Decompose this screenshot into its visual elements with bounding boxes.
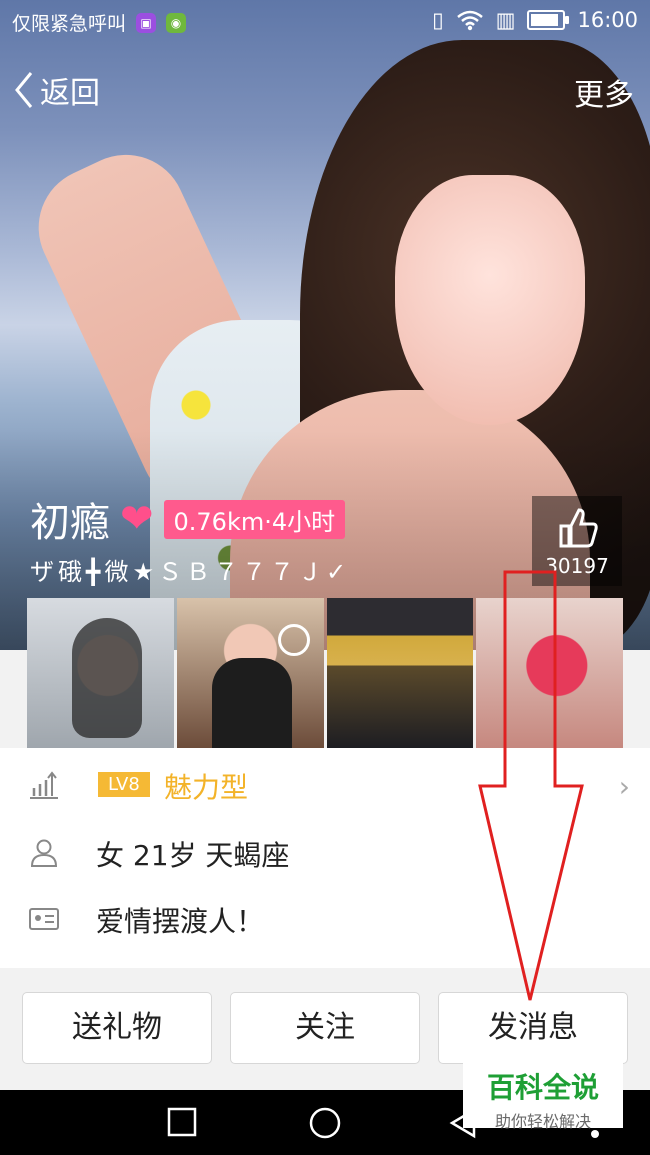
ring-icon (277, 624, 310, 656)
recent-apps-icon[interactable] (166, 1106, 198, 1138)
gift-button[interactable]: 送礼物 (22, 992, 212, 1064)
watermark-logo: 百科全说 助你轻松解决 (463, 1062, 623, 1131)
charm-type: 魅力型 (164, 771, 249, 804)
gallery-icon: ▣ (136, 12, 157, 33)
profile-name: 初瘾 (30, 500, 110, 546)
watermark-subtitle: 助你轻松解决 (494, 1112, 591, 1131)
profile-name-row: 初瘾 ❤ 0.76km·4小时 (30, 490, 346, 548)
thumbs-up-icon (559, 508, 598, 548)
profile-info-panel: LV8 魅力型 › 女 21岁 天蝎座 爱情摆渡人！ (0, 748, 650, 968)
like-count: 30197 (545, 554, 609, 578)
level-badge: LV8 (98, 772, 150, 797)
chevron-right-icon[interactable]: › (619, 770, 630, 803)
photo-4[interactable] (476, 598, 623, 748)
bio-row: 爱情摆渡人！ (0, 888, 650, 948)
status-bar: 仅限紧急呼叫 ▣ ◉ ▯ ▥ 16:00 (0, 0, 650, 44)
distance-badge: 0.76km·4小时 (163, 499, 346, 539)
watermark-title: 百科全说 (486, 1071, 599, 1104)
battery-icon (527, 10, 570, 30)
vibrate-icon: ▯ (432, 8, 444, 32)
level-row[interactable]: LV8 魅力型 › (0, 754, 650, 814)
photo-1[interactable] (27, 598, 174, 748)
chevron-left-icon (15, 72, 33, 108)
cover-face (395, 175, 585, 425)
status-right: ▯ ▥ 16:00 (432, 8, 638, 32)
heart-icon: ❤ (120, 496, 154, 542)
wifi-icon (456, 10, 483, 31)
clock: 16:00 (577, 8, 638, 32)
carrier-text: 仅限紧急呼叫 (12, 13, 127, 35)
follow-button[interactable]: 关注 (230, 992, 420, 1064)
back-label: 返回 (40, 76, 100, 111)
home-icon[interactable] (308, 1106, 342, 1140)
basic-info: 女 21岁 天蝎座 (96, 839, 290, 872)
app-icon: ◉ (166, 12, 187, 33)
data-icon: ▥ (495, 8, 516, 32)
photo-strip (27, 598, 623, 748)
more-button[interactable]: 更多 (574, 70, 634, 114)
back-button[interactable]: 返回 (14, 68, 100, 112)
message-button[interactable]: 发消息 (438, 992, 628, 1064)
like-button[interactable]: 30197 (532, 496, 622, 586)
photo-3[interactable] (326, 598, 474, 748)
person-icon (30, 839, 58, 867)
profile-signature: ザ硪╋微★ＳＢ７７７Ｊ✓ (30, 558, 351, 586)
id-card-icon (29, 908, 59, 930)
bio-text: 爱情摆渡人！ (96, 905, 265, 938)
basic-info-row: 女 21岁 天蝎座 (0, 822, 650, 882)
status-left: 仅限紧急呼叫 ▣ ◉ (12, 9, 187, 36)
photo-2[interactable] (176, 598, 324, 748)
chart-icon (30, 771, 58, 799)
